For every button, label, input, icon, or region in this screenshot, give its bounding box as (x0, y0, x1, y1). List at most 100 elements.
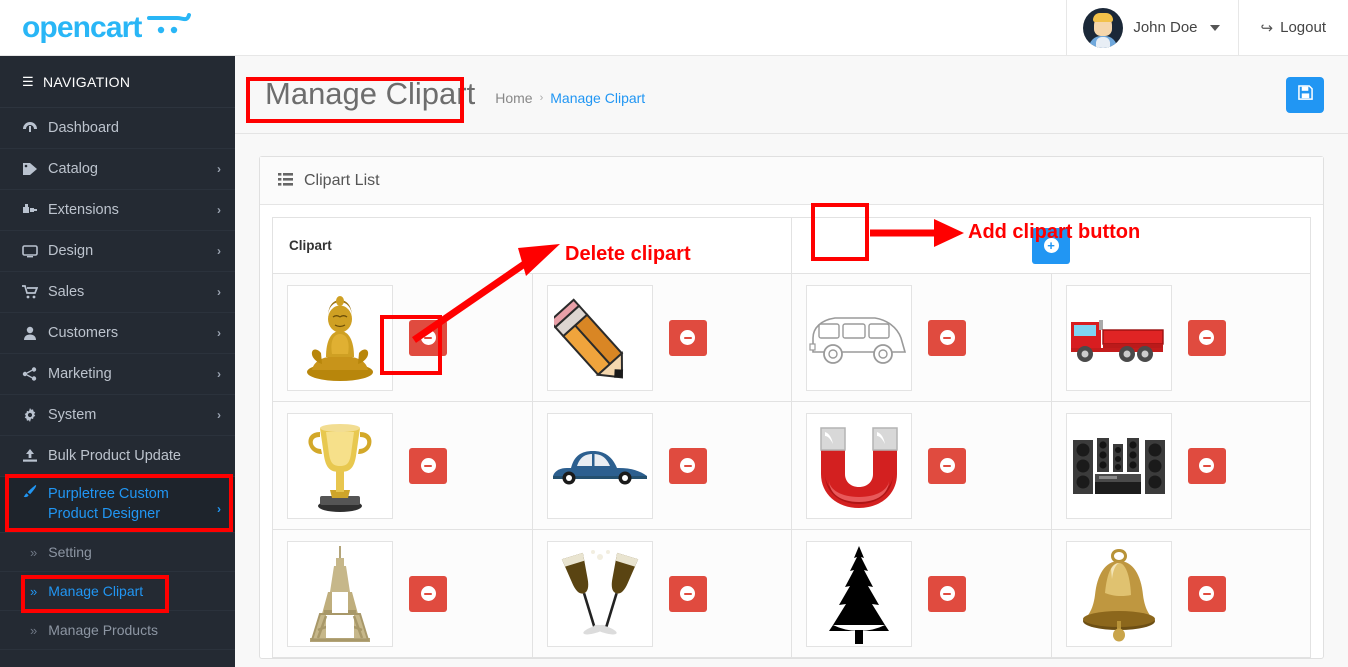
save-button[interactable] (1286, 76, 1324, 113)
chevron-right-icon: › (217, 502, 221, 516)
puzzle-icon (22, 203, 48, 217)
delete-clipart-button[interactable] (409, 447, 447, 484)
clipart-cell (531, 529, 792, 658)
logout-button[interactable]: ↪ Logout (1239, 0, 1348, 56)
sidebar-item-label: Sales (48, 284, 85, 300)
brush-icon (22, 484, 48, 499)
minus-circle-icon (680, 330, 695, 345)
minus-circle-icon (680, 586, 695, 601)
minus-circle-icon (939, 330, 955, 345)
hamburger-icon[interactable]: ☰ (22, 74, 34, 90)
golden-bell-thumbnail[interactable] (1065, 540, 1172, 647)
delete-clipart-button[interactable] (928, 447, 966, 484)
table-row (272, 401, 1311, 530)
add-clipart-cell: + (791, 217, 1311, 274)
top-header: opencart John Doe ↪ Logout (0, 0, 1348, 56)
blue-classic-car-thumbnail[interactable] (546, 412, 653, 519)
double-chevron-icon: » (30, 583, 38, 599)
clipart-table-body (272, 273, 1311, 658)
sidebar-item-dashboard[interactable]: Dashboard (0, 108, 235, 149)
delete-clipart-button[interactable] (1187, 319, 1226, 356)
clipart-table: Clipart + (272, 217, 1311, 658)
pine-tree-silhouette-thumbnail[interactable] (806, 540, 912, 647)
sidebar-item-purpletree-custom-product-designer[interactable]: Purpletree Custom Product Designer › (0, 477, 235, 533)
sidebar-item-label: Catalog (48, 161, 98, 177)
main-content: Manage Clipart Home › Manage Clipart Cli… (235, 56, 1348, 667)
cart-icon (22, 285, 48, 299)
nav-header-label: NAVIGATION (42, 73, 131, 90)
minus-circle-icon (420, 330, 436, 345)
minus-circle-icon (1199, 586, 1214, 601)
sidebar-item-marketing[interactable]: Marketing › (0, 354, 235, 395)
sidebar-subitem-label: Setting (48, 544, 92, 560)
pencil-thumbnail[interactable] (546, 284, 653, 391)
clipart-cell (1050, 273, 1311, 402)
sidebar-item-system[interactable]: System › (0, 395, 235, 436)
sidebar-item-customers[interactable]: Customers › (0, 313, 235, 354)
sidebar-item-label: Customers (48, 325, 119, 341)
delete-clipart-button[interactable] (668, 447, 707, 484)
delete-clipart-button[interactable] (409, 319, 447, 356)
breadcrumb-current[interactable]: Manage Clipart (550, 90, 645, 106)
sidebar-subitem-setting[interactable]: » Setting (0, 533, 235, 572)
chevron-right-icon: › (217, 326, 221, 340)
gear-icon (22, 408, 48, 422)
add-clipart-button[interactable]: + (1032, 227, 1070, 264)
user-icon (22, 326, 48, 340)
gold-trophy-thumbnail[interactable] (287, 412, 393, 519)
shopping-cart-icon (146, 12, 191, 43)
delete-clipart-button[interactable] (668, 575, 707, 612)
table-header-row: Clipart + (272, 217, 1311, 274)
panel-title: Clipart List (304, 171, 380, 189)
brand-logo[interactable]: opencart (0, 0, 235, 56)
clipart-cell (1050, 401, 1311, 530)
chevron-right-icon: › (217, 162, 221, 176)
minus-circle-icon (939, 586, 955, 601)
clipart-table-wrap: Clipart + (260, 205, 1323, 658)
dashboard-icon (22, 121, 48, 135)
plus-circle-icon: + (1043, 238, 1059, 253)
horseshoe-magnet-thumbnail[interactable] (806, 412, 912, 519)
delete-clipart-button[interactable] (668, 319, 707, 356)
buddha-statue-thumbnail[interactable] (287, 284, 393, 391)
minus-circle-icon (939, 458, 955, 473)
sidebar-item-catalog[interactable]: Catalog › (0, 149, 235, 190)
delete-clipart-button[interactable] (1187, 575, 1226, 612)
double-chevron-icon: » (30, 544, 38, 560)
chevron-down-icon (1209, 24, 1220, 31)
opencart-admin-page: opencart John Doe ↪ Logout ☰ NAVIGATION … (0, 0, 1348, 667)
nav-header: ☰ NAVIGATION (0, 56, 235, 108)
delete-clipart-button[interactable] (409, 575, 447, 612)
list-icon (278, 172, 293, 189)
logout-label: Logout (1280, 19, 1326, 36)
sidebar-item-bulk-product-update[interactable]: Bulk Product Update (0, 436, 235, 477)
breadcrumb-separator: › (539, 91, 544, 104)
monitor-icon (22, 244, 48, 258)
column-header-clipart: Clipart (272, 217, 792, 274)
red-flatbed-truck-thumbnail[interactable] (1065, 284, 1172, 391)
delete-clipart-button[interactable] (928, 575, 966, 612)
delete-clipart-button[interactable] (1187, 447, 1226, 484)
user-menu[interactable]: John Doe (1066, 0, 1239, 56)
sidebar-subitem-manage-products[interactable]: » Manage Products (0, 611, 235, 650)
delete-clipart-button[interactable] (928, 319, 966, 356)
sidebar-item-label: Purpletree Custom Product Designer (48, 486, 169, 522)
sidebar-subitem-manage-clipart[interactable]: » Manage Clipart (0, 572, 235, 611)
sidebar-item-design[interactable]: Design › (0, 231, 235, 272)
champagne-glasses-toast-thumbnail[interactable] (546, 540, 653, 647)
chevron-right-icon: › (217, 244, 221, 258)
chevron-right-icon: › (217, 285, 221, 299)
table-row (272, 529, 1311, 658)
minivan-outline-thumbnail[interactable] (806, 284, 912, 391)
home-theater-speakers-thumbnail[interactable] (1065, 412, 1172, 519)
chevron-right-icon: › (217, 408, 221, 422)
tag-icon (22, 162, 48, 176)
upload-icon (22, 449, 48, 463)
breadcrumb-home[interactable]: Home (495, 90, 532, 106)
username-label: John Doe (1133, 19, 1198, 36)
sidebar-item-sales[interactable]: Sales › (0, 272, 235, 313)
sidebar-item-extensions[interactable]: Extensions › (0, 190, 235, 231)
sidebar-item-label: Marketing (48, 366, 112, 382)
eiffel-tower-thumbnail[interactable] (287, 540, 393, 647)
sidebar-subitem-label: Manage Clipart (48, 583, 144, 599)
